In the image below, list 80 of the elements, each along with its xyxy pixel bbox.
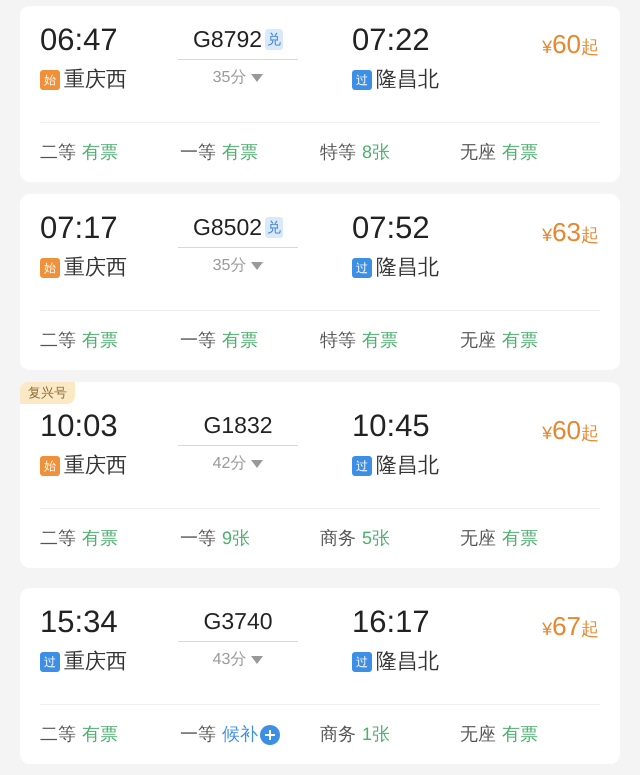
duration: 43分 xyxy=(212,650,246,670)
station-tag: 过 xyxy=(352,652,372,672)
arrival-time: 10:45 xyxy=(352,407,431,445)
arrival-time: 07:22 xyxy=(352,21,431,59)
seat-class: 二等 xyxy=(40,141,76,164)
arrival-station: 隆昌北 xyxy=(376,67,439,93)
seat-status: 有票 xyxy=(222,329,258,352)
seat-class: 特等 xyxy=(320,329,356,352)
seat-status: 候补 xyxy=(222,723,258,746)
station-tag: 过 xyxy=(352,456,372,476)
station-tag: 过 xyxy=(40,652,60,672)
duration: 42分 xyxy=(212,454,246,474)
station-tag: 过 xyxy=(352,258,372,278)
arrival-station: 隆昌北 xyxy=(376,649,439,675)
train-card[interactable]: 07:17 始 重庆西 G8502 兑 35分 07:52 过 隆昌北 ¥63起 二等 有票 一等 有票 特等 有票 无座 有票 xyxy=(20,194,620,370)
add-icon[interactable] xyxy=(260,724,280,744)
station-tag: 始 xyxy=(40,70,60,90)
seat-status: 有票 xyxy=(362,329,398,352)
station-tag: 始 xyxy=(40,456,60,476)
seat-class: 二等 xyxy=(40,723,76,746)
train-card[interactable]: 15:34 过 重庆西 G3740 43分 16:17 过 隆昌北 ¥67起 二等 有票 一等 候补 商务 1张 无座 有票 xyxy=(20,588,620,764)
seat-status: 5张 xyxy=(362,527,390,550)
train-number: G8792 xyxy=(192,25,262,54)
train-number: G1832 xyxy=(203,411,273,440)
seat-status: 有票 xyxy=(502,723,538,746)
departure-time: 07:17 xyxy=(40,209,119,247)
seat-status: 有票 xyxy=(82,141,118,164)
seat-class: 无座 xyxy=(460,141,496,164)
seat-class: 商务 xyxy=(320,527,356,550)
departure-station: 重庆西 xyxy=(64,453,127,479)
seat-status: 有票 xyxy=(502,141,538,164)
dropdown-icon[interactable] xyxy=(251,656,264,664)
arrival-station: 隆昌北 xyxy=(376,453,439,479)
station-tag: 始 xyxy=(40,258,60,278)
seat-class: 二等 xyxy=(40,527,76,550)
seat-status: 有票 xyxy=(82,527,118,550)
seat-class: 一等 xyxy=(180,723,216,746)
station-tag: 过 xyxy=(352,70,372,90)
price: ¥60起 xyxy=(541,28,600,61)
exchange-badge: 兑 xyxy=(265,217,284,238)
seat-status: 有票 xyxy=(82,329,118,352)
seat-status: 有票 xyxy=(82,723,118,746)
train-card[interactable]: 复兴号 10:03 始 重庆西 G1832 42分 10:45 过 隆昌北 ¥60起 二等 有票 一等 9张 商务 5张 无座 有票 xyxy=(20,382,620,568)
price: ¥63起 xyxy=(541,216,600,249)
departure-station: 重庆西 xyxy=(64,67,127,93)
departure-station: 重庆西 xyxy=(64,649,127,675)
seat-class: 一等 xyxy=(180,329,216,352)
seat-class: 无座 xyxy=(460,329,496,352)
arrival-station: 隆昌北 xyxy=(376,255,439,281)
dropdown-icon[interactable] xyxy=(251,460,264,468)
dropdown-icon[interactable] xyxy=(251,262,264,270)
dropdown-icon[interactable] xyxy=(251,74,264,82)
seat-status: 有票 xyxy=(502,527,538,550)
seat-status: 1张 xyxy=(362,723,390,746)
exchange-badge: 兑 xyxy=(265,29,284,50)
seat-class: 商务 xyxy=(320,723,356,746)
arrival-time: 07:52 xyxy=(352,209,431,247)
seat-status: 有票 xyxy=(222,141,258,164)
duration: 35分 xyxy=(212,256,246,276)
departure-time: 06:47 xyxy=(40,21,119,59)
train-type-tag: 复兴号 xyxy=(20,382,75,404)
seat-status: 有票 xyxy=(502,329,538,352)
duration: 35分 xyxy=(212,68,246,88)
train-card[interactable]: 06:47 始 重庆西 G8792 兑 35分 07:22 过 隆昌北 ¥60起 二等 有票 一等 有票 特等 8张 无座 有票 xyxy=(20,6,620,182)
departure-station: 重庆西 xyxy=(64,255,127,281)
seat-status: 8张 xyxy=(362,141,390,164)
seat-class: 无座 xyxy=(460,723,496,746)
departure-time: 10:03 xyxy=(40,407,119,445)
seat-status: 9张 xyxy=(222,527,250,550)
seat-class: 一等 xyxy=(180,141,216,164)
price: ¥67起 xyxy=(541,610,600,643)
departure-time: 15:34 xyxy=(40,603,119,641)
price: ¥60起 xyxy=(541,414,600,447)
seat-class: 二等 xyxy=(40,329,76,352)
seat-class: 一等 xyxy=(180,527,216,550)
seat-class: 特等 xyxy=(320,141,356,164)
train-number: G3740 xyxy=(203,607,273,636)
train-number: G8502 xyxy=(192,213,262,242)
seat-class: 无座 xyxy=(460,527,496,550)
arrival-time: 16:17 xyxy=(352,603,431,641)
